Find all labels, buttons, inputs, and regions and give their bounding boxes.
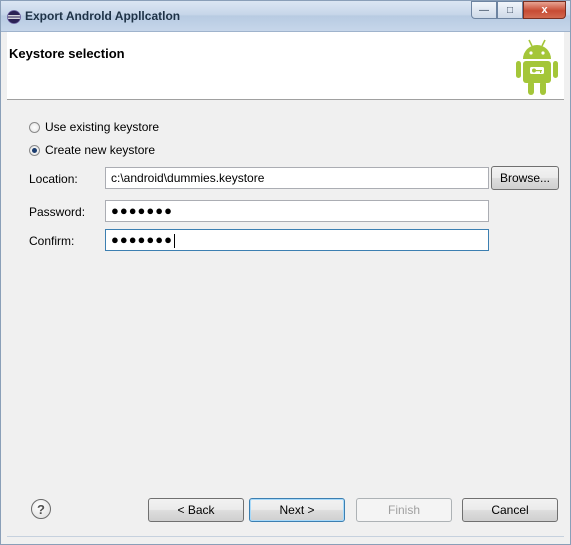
location-field[interactable]: c:\android\dummies.keystore	[105, 167, 489, 189]
location-label: Location:	[29, 172, 78, 186]
finish-button-label: Finish	[387, 503, 420, 517]
export-dialog-window: Export Androld Appllcatlon — □ x Keystor…	[0, 0, 571, 545]
confirm-field[interactable]: ●●●●●●●	[105, 229, 489, 251]
back-button[interactable]: < Back	[148, 498, 244, 522]
caption-buttons: — □ x	[471, 1, 566, 21]
confirm-value: ●●●●●●●	[111, 232, 173, 247]
create-new-radio[interactable]	[29, 144, 40, 156]
minimize-icon: —	[479, 4, 489, 16]
use-existing-keystore-option[interactable]: Use existing keystore	[29, 120, 159, 134]
page-title: Keystore selection	[9, 46, 125, 61]
password-value: ●●●●●●●	[111, 203, 173, 218]
title-bar[interactable]: Export Androld Appllcatlon — □ x	[1, 1, 570, 32]
window-title: Export Androld Appllcatlon	[25, 9, 181, 23]
confirm-label: Confirm:	[29, 234, 75, 248]
password-field[interactable]: ●●●●●●●	[105, 200, 489, 222]
cancel-button[interactable]: Cancel	[462, 498, 558, 522]
create-new-label: Create new keystore	[45, 143, 156, 157]
bottom-divider	[7, 536, 564, 537]
android-robot-icon	[516, 39, 558, 95]
next-button-label: Next >	[279, 503, 315, 517]
password-label: Password:	[29, 205, 86, 219]
minimize-button[interactable]: —	[471, 1, 497, 19]
use-existing-radio[interactable]	[29, 121, 40, 133]
wizard-content: Use existing keystore Create new keystor…	[7, 100, 564, 480]
maximize-button[interactable]: □	[497, 1, 523, 19]
help-button[interactable]: ?	[31, 499, 51, 519]
finish-button[interactable]: Finish	[356, 498, 452, 522]
back-button-label: < Back	[177, 503, 215, 517]
use-existing-label: Use existing keystore	[45, 120, 160, 134]
maximize-icon: □	[506, 4, 514, 16]
create-new-keystore-option[interactable]: Create new keystore	[29, 143, 155, 157]
help-icon: ?	[37, 501, 45, 517]
close-icon: x	[541, 4, 548, 16]
eclipse-icon	[7, 10, 21, 24]
next-button[interactable]: Next >	[249, 498, 345, 522]
close-button[interactable]: x	[523, 1, 566, 19]
browse-button[interactable]: Browse...	[491, 166, 559, 190]
text-cursor	[173, 233, 175, 248]
wizard-banner: Keystore selection	[7, 32, 564, 100]
cancel-button-label: Cancel	[491, 503, 529, 517]
